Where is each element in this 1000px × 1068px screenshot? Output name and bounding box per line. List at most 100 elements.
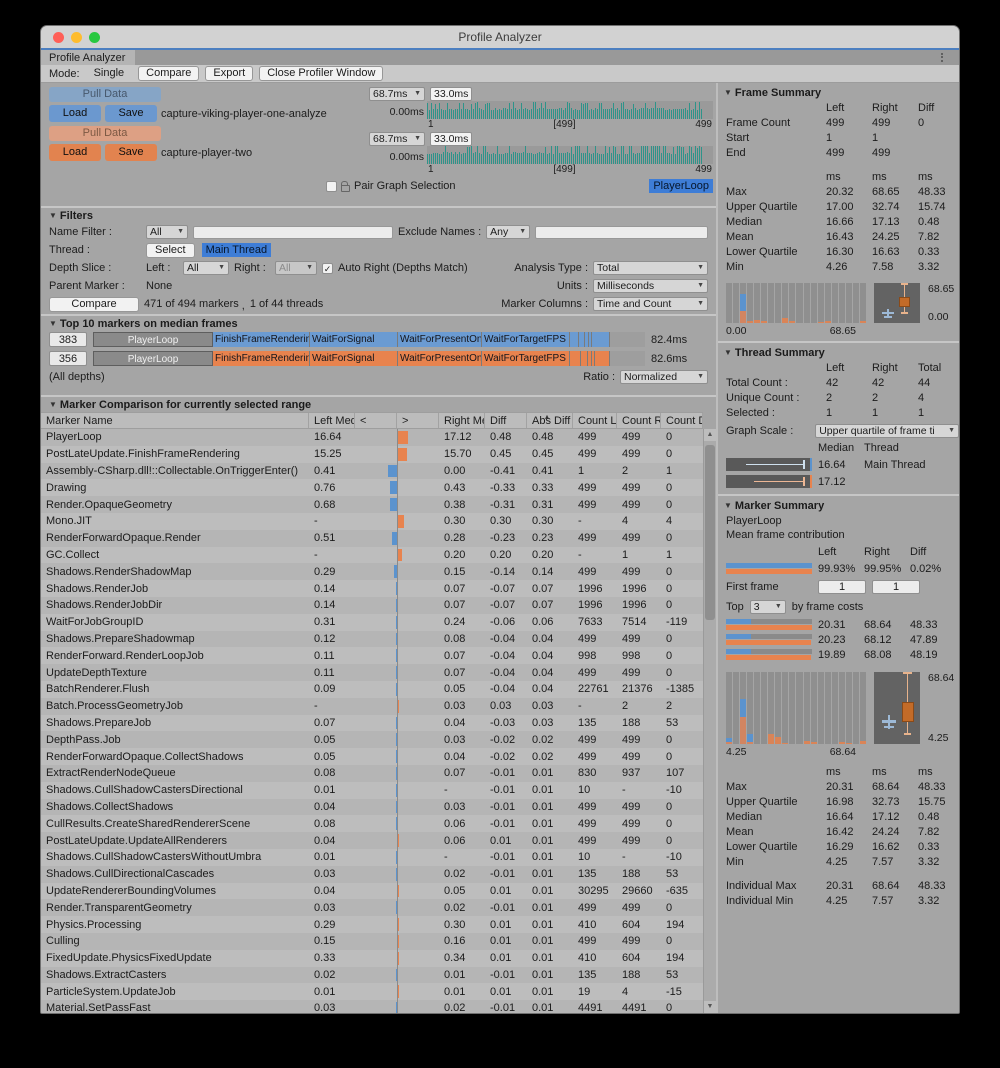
column-header-abs-diff[interactable]: Abs Diff▴ [527, 413, 573, 428]
scroll-down-arrow-icon[interactable]: ▼ [704, 1001, 716, 1013]
table-row[interactable]: Drawing0.760.43-0.330.334994990 [41, 479, 703, 496]
table-row[interactable]: Batch.ProcessGeometryJob-0.030.030.03-22 [41, 698, 703, 715]
table-row[interactable]: PostLateUpdate.UpdateAllRenderers0.040.0… [41, 832, 703, 849]
exclude-mode-dropdown[interactable]: Any▼ [486, 225, 530, 239]
top10-marker-segment[interactable] [570, 332, 579, 347]
top10-marker-segment[interactable]: WaitForSignal [310, 332, 398, 347]
column-header-left-median[interactable]: Left Median [309, 413, 355, 428]
top10-marker-segment[interactable] [592, 332, 610, 347]
depth-left-dropdown[interactable]: All▼ [183, 261, 229, 275]
compare-button[interactable]: Compare [49, 297, 139, 312]
table-row[interactable]: DepthPass.Job0.050.03-0.020.024994990 [41, 731, 703, 748]
first-frame-left-button[interactable]: 1 [818, 580, 866, 594]
table-row[interactable]: Render.TransparentGeometry0.030.02-0.010… [41, 899, 703, 916]
close-profiler-button[interactable]: Close Profiler Window [259, 66, 383, 81]
table-row[interactable]: Shadows.CullDirectionalCascades0.030.02-… [41, 866, 703, 883]
table-row[interactable]: Shadows.ExtractCasters0.020.01-0.010.011… [41, 967, 703, 984]
tab-profile-analyzer[interactable]: Profile Analyzer [41, 50, 135, 65]
units-dropdown[interactable]: Milliseconds▼ [593, 279, 708, 293]
collapse-triangle-icon[interactable]: ▼ [724, 88, 732, 97]
scroll-up-arrow-icon[interactable]: ▲ [704, 429, 716, 441]
vertical-scrollbar[interactable]: ▲ ▼ [703, 429, 716, 1013]
column-header--[interactable]: < [355, 413, 397, 428]
table-row[interactable]: Shadows.RenderShadowMap0.290.15-0.140.14… [41, 563, 703, 580]
table-row[interactable]: UpdateDepthTexture0.110.07-0.040.0449949… [41, 664, 703, 681]
export-button[interactable]: Export [205, 66, 253, 81]
frame-histogram[interactable] [726, 283, 866, 323]
table-row[interactable]: Assembly-CSharp.dll!::Collectable.OnTrig… [41, 463, 703, 480]
table-row[interactable]: RenderForward.RenderLoopJob0.110.07-0.04… [41, 647, 703, 664]
table-row[interactable]: GC.Collect-0.200.200.20-11 [41, 547, 703, 564]
frame-graph-left[interactable]: 68.7ms▼ 33.0ms 0.00ms 1 [369, 86, 713, 130]
ratio-dropdown[interactable]: Normalized▼ [620, 370, 708, 384]
table-row[interactable]: Shadows.RenderJob0.140.07-0.070.07199619… [41, 580, 703, 597]
collapse-triangle-icon[interactable]: ▼ [49, 400, 57, 409]
table-row[interactable]: PlayerLoop16.6417.120.480.484994990 [41, 429, 703, 446]
table-row[interactable]: Shadows.CullShadowCastersWithoutUmbra0.0… [41, 849, 703, 866]
title-bar[interactable]: Profile Analyzer [41, 26, 959, 48]
pair-graph-checkbox[interactable] [326, 181, 337, 192]
exclude-names-input[interactable] [535, 226, 708, 239]
frame-graph-right[interactable]: 68.7ms▼ 33.0ms 0.00ms 1 [369, 131, 713, 175]
table-row[interactable]: Shadows.PrepareJob0.070.04-0.030.0313518… [41, 715, 703, 732]
selected-marker-chip[interactable]: PlayerLoop [649, 179, 713, 193]
top10-marker-segment[interactable]: WaitForPresentOnG [398, 332, 482, 347]
table-row[interactable]: UpdateRendererBoundingVolumes0.040.050.0… [41, 883, 703, 900]
table-row[interactable]: RenderForwardOpaque.CollectShadows0.050.… [41, 748, 703, 765]
scrollbar-thumb[interactable] [705, 445, 715, 620]
table-row[interactable]: Culling0.150.160.010.014994990 [41, 933, 703, 950]
thread-select-button[interactable]: Select [146, 243, 195, 258]
range-dropdown-left[interactable]: 68.7ms▼ [369, 87, 425, 101]
table-row[interactable]: Shadows.CullShadowCastersDirectional0.01… [41, 782, 703, 799]
pull-data-button-left[interactable]: Pull Data [49, 87, 161, 102]
graph-scale-dropdown[interactable]: Upper quartile of frame ti▼ [815, 424, 959, 438]
load-button-right[interactable]: Load [49, 144, 101, 161]
name-filter-mode-dropdown[interactable]: All▼ [146, 225, 188, 239]
save-button-right[interactable]: Save [105, 144, 157, 161]
top-count-dropdown[interactable]: 3▼ [750, 600, 786, 614]
depth-right-dropdown[interactable]: All▼ [275, 261, 317, 275]
column-header-count-right[interactable]: Count Right [617, 413, 661, 428]
collapse-triangle-icon[interactable]: ▼ [49, 211, 57, 220]
table-row[interactable]: RenderForwardOpaque.Render0.510.28-0.230… [41, 530, 703, 547]
kebab-menu-icon[interactable] [937, 51, 947, 63]
table-row[interactable]: Material.SetPassFast0.030.02-0.010.01449… [41, 1000, 703, 1013]
top10-playerloop-segment[interactable]: PlayerLoop [93, 332, 213, 347]
top10-marker-segment[interactable]: WaitForTargetFPS [482, 332, 570, 347]
column-header--[interactable]: > [397, 413, 439, 428]
top10-marker-segment[interactable] [595, 351, 610, 366]
collapse-triangle-icon[interactable]: ▼ [724, 348, 732, 357]
table-row[interactable]: Shadows.CollectShadows0.040.03-0.010.014… [41, 799, 703, 816]
top10-marker-segment[interactable]: FinishFrameRendering [213, 351, 310, 366]
mode-single-button[interactable]: Single [86, 66, 133, 81]
table-row[interactable]: Shadows.RenderJobDir0.140.07-0.070.07199… [41, 597, 703, 614]
column-header-count-left[interactable]: Count Left [573, 413, 617, 428]
mode-compare-button[interactable]: Compare [138, 66, 199, 81]
table-row[interactable]: CullResults.CreateSharedRendererScene0.0… [41, 815, 703, 832]
table-row[interactable]: ExtractRenderNodeQueue0.080.07-0.010.018… [41, 765, 703, 782]
load-button-left[interactable]: Load [49, 105, 101, 122]
top10-marker-segment[interactable]: FinishFrameRendering [213, 332, 310, 347]
table-row[interactable]: Physics.Processing0.290.300.010.01410604… [41, 916, 703, 933]
top10-marker-segment[interactable]: WaitForTargetFPS [482, 351, 570, 366]
name-filter-input[interactable] [193, 226, 393, 239]
frame-plot-right[interactable] [427, 146, 713, 164]
top10-row[interactable]: 356PlayerLoopFinishFrameRenderingWaitFor… [49, 350, 708, 367]
first-frame-right-button[interactable]: 1 [872, 580, 920, 594]
marker-columns-dropdown[interactable]: Time and Count▼ [593, 297, 708, 311]
table-row[interactable]: Render.OpaqueGeometry0.680.38-0.310.3149… [41, 496, 703, 513]
save-button-left[interactable]: Save [105, 105, 157, 122]
column-header-count-diff[interactable]: Count Diff [661, 413, 703, 428]
top10-row[interactable]: 383PlayerLoopFinishFrameRenderingWaitFor… [49, 331, 708, 348]
top10-marker-segment[interactable] [570, 351, 581, 366]
top10-marker-segment[interactable]: WaitForSignal [310, 351, 398, 366]
column-header-marker-name[interactable]: Marker Name [41, 413, 309, 428]
table-row[interactable]: ParticleSystem.UpdateJob0.010.010.010.01… [41, 983, 703, 1000]
analysis-type-dropdown[interactable]: Total▼ [593, 261, 708, 275]
top10-marker-segment[interactable] [581, 351, 588, 366]
table-row[interactable]: Shadows.PrepareShadowmap0.120.08-0.040.0… [41, 631, 703, 648]
table-row[interactable]: WaitForJobGroupID0.310.24-0.060.06763375… [41, 614, 703, 631]
table-row[interactable]: Mono.JIT-0.300.300.30-44 [41, 513, 703, 530]
table-row[interactable]: BatchRenderer.Flush0.090.05-0.040.042276… [41, 681, 703, 698]
table-row[interactable]: PostLateUpdate.FinishFrameRendering15.25… [41, 446, 703, 463]
